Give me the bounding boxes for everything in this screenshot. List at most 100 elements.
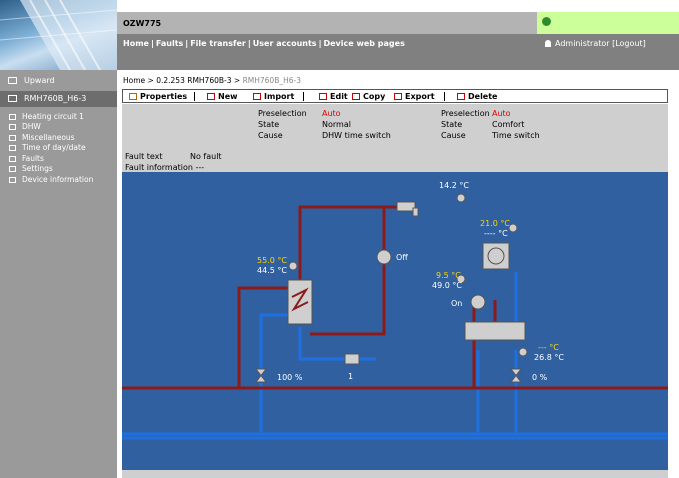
dhw-pump-icon	[376, 249, 392, 265]
page-icon	[9, 135, 16, 141]
import-button[interactable]: Import	[253, 92, 294, 101]
sidebar-item-settings[interactable]: Settings	[9, 164, 53, 174]
outdoor-temperature: 14.2 °C	[439, 181, 469, 190]
toolbar-separator	[303, 92, 304, 101]
export-button[interactable]: Export	[394, 92, 435, 101]
edit-icon	[319, 93, 327, 100]
new-button[interactable]: New	[207, 92, 238, 101]
device-icon	[8, 95, 17, 102]
fault-information: Fault information ---	[125, 163, 205, 172]
online-status-icon	[542, 17, 551, 26]
stage-relay-icon	[344, 353, 360, 365]
dhw-preselection-label: Preselection	[258, 109, 307, 118]
sidebar-selected-device[interactable]: RMH760B_H6-3	[0, 91, 117, 107]
flow-setpoint: 9.5 °C	[436, 271, 461, 280]
dhw-valve-position: 100 %	[277, 373, 303, 382]
return-setpoint: --- °C	[538, 343, 559, 352]
properties-icon	[129, 93, 137, 100]
status-panel: Preselection Auto State Normal Cause DHW…	[122, 104, 668, 172]
room-actual: ---- °C	[484, 229, 508, 238]
fault-text-value: No fault	[190, 152, 222, 161]
title-bar	[117, 12, 537, 34]
sidebar-item-miscellaneous[interactable]: Miscellaneous	[9, 133, 75, 143]
user-name: Administrator	[555, 39, 610, 48]
hc-preselection-value[interactable]: Auto	[492, 109, 511, 118]
copy-icon	[352, 93, 360, 100]
breadcrumb-parent[interactable]: 0.2.253 RMH760B-3	[156, 76, 231, 85]
user-icon	[545, 40, 551, 47]
toolbar-separator	[194, 92, 195, 101]
hc-cause-value: Time switch	[492, 131, 540, 140]
delete-icon	[457, 93, 465, 100]
sidebar: Upward RMH760B_H6-3 Heating circuit 1 DH…	[0, 70, 117, 478]
hc-state-label: State	[441, 120, 463, 129]
dhw-preselection-value[interactable]: Auto	[322, 109, 341, 118]
plant-diagram: 14.2 °C 21.0 °C ---- °C 55.0 °C 44.5 °C …	[122, 172, 668, 470]
dhw-cause-label: Cause	[258, 131, 283, 140]
sidebar-item-time-of-day[interactable]: Time of day/date	[9, 143, 86, 153]
copy-button[interactable]: Copy	[352, 92, 385, 101]
dhw-pump-state: Off	[396, 253, 408, 262]
dhw-actual: 44.5 °C	[257, 266, 287, 275]
return-actual: 26.8 °C	[534, 353, 564, 362]
properties-button[interactable]: Properties	[129, 92, 187, 101]
connection-status-box	[537, 12, 679, 34]
dhw-setpoint: 55.0 °C	[257, 256, 287, 265]
hc-cause-label: Cause	[441, 131, 466, 140]
header-vessel	[464, 321, 526, 341]
nav-file-transfer[interactable]: File transfer	[190, 39, 246, 48]
toolbar: Properties New Import Edit Copy Export D…	[122, 89, 668, 103]
nav-user-accounts[interactable]: User accounts	[253, 39, 317, 48]
room-setpoint: 21.0 °C	[480, 219, 510, 228]
page-icon	[9, 114, 16, 120]
tap-icon	[396, 201, 416, 212]
dhw-heat-exchanger	[287, 279, 313, 325]
room-sensor-icon	[508, 223, 518, 233]
breadcrumb-home[interactable]: Home	[123, 76, 145, 85]
nav-faults[interactable]: Faults	[156, 39, 183, 48]
breadcrumb: Home > 0.2.253 RMH760B-3 > RMH760B_H6-3	[123, 76, 301, 85]
sidebar-item-heating-circuit[interactable]: Heating circuit 1	[9, 112, 84, 122]
outdoor-sensor-icon	[456, 193, 466, 203]
fault-text-label: Fault text	[125, 152, 163, 161]
hc-pump-state: On	[451, 299, 463, 308]
dhw-state-value: Normal	[322, 120, 351, 129]
import-icon	[253, 93, 261, 100]
nav-device-web-pages[interactable]: Device web pages	[323, 39, 404, 48]
building-image-icon	[0, 0, 117, 70]
dhw-state-label: State	[258, 120, 280, 129]
stage-number: 1	[348, 372, 354, 381]
sidebar-item-dhw[interactable]: DHW	[9, 122, 41, 132]
delete-button[interactable]: Delete	[457, 92, 497, 101]
flow-actual: 49.0 °C	[432, 281, 462, 290]
page-icon	[9, 124, 16, 130]
page-icon	[9, 156, 16, 162]
device-title: OZW775	[123, 19, 162, 28]
dhw-valve-icon	[254, 368, 268, 383]
hc-preselection-label: Preselection	[441, 109, 490, 118]
logo	[0, 0, 117, 70]
new-icon	[207, 93, 215, 100]
sidebar-item-device-information[interactable]: Device information	[9, 175, 93, 185]
dhw-cause-value: DHW time switch	[322, 131, 391, 140]
upward-icon	[8, 77, 17, 84]
hc-valve-position: 0 %	[532, 373, 548, 382]
user-info: Administrator [Logout]	[545, 39, 646, 48]
edit-button[interactable]: Edit	[319, 92, 348, 101]
breadcrumb-current: RMH760B_H6-3	[242, 76, 301, 85]
page-icon	[9, 145, 16, 151]
footer-bar	[122, 470, 668, 478]
dhw-sensor-icon	[288, 261, 298, 271]
hc-valve-icon	[509, 368, 523, 383]
nav-home[interactable]: Home	[123, 39, 149, 48]
main-nav: Home | Faults | File transfer | User accounts |…	[123, 39, 405, 48]
page-icon	[9, 166, 16, 172]
sidebar-item-faults[interactable]: Faults	[9, 154, 44, 164]
page-icon	[9, 177, 16, 183]
sidebar-upward[interactable]: Upward	[0, 73, 117, 89]
plant-schematic	[122, 193, 668, 440]
toolbar-separator	[444, 92, 445, 101]
top-strip	[117, 0, 679, 12]
logout-link[interactable]: [Logout]	[612, 39, 646, 48]
export-icon	[394, 93, 402, 100]
